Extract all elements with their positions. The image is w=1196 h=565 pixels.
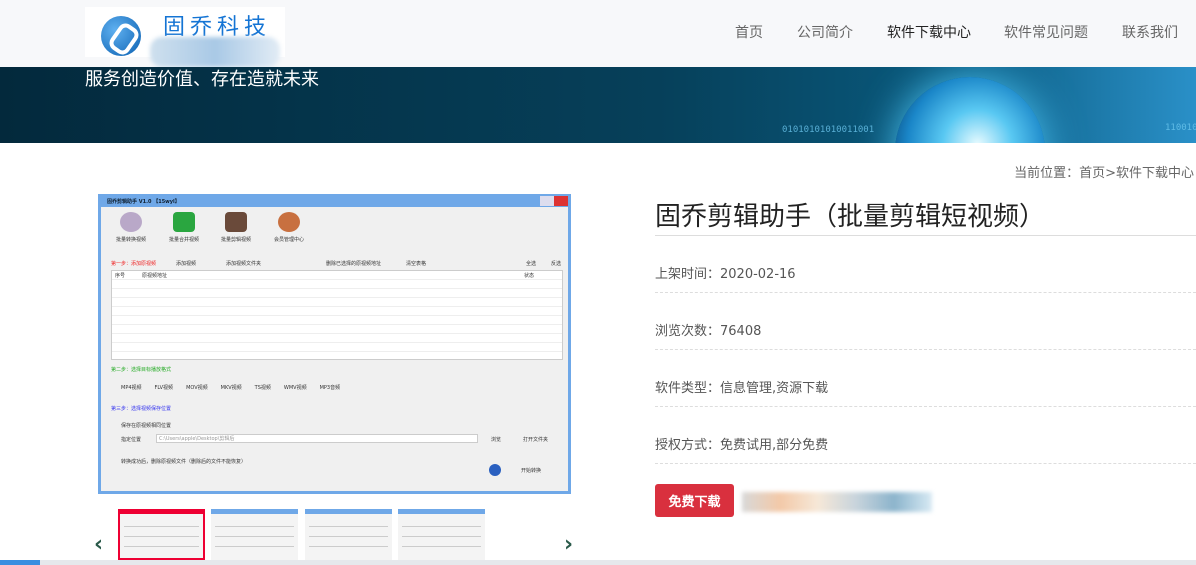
nav-about[interactable]: 公司简介 [797,22,853,42]
thumbnail-4[interactable] [398,509,485,560]
breadcrumb: 当前位置：首页>软件下载中心 [1014,166,1194,181]
delete-after: 转换成功后，删除原视频文件（删除后的文件不能恢复） [121,459,247,465]
bottom-bar [0,560,1196,565]
info-release-date: 上架时间：2020-02-16 [655,267,796,282]
free-download-button[interactable]: 免费下载 [655,484,734,517]
product-title: 固乔剪辑助手（批量剪辑短视频） [655,202,1046,232]
divider [655,349,1196,350]
clear-table: 清空表格 [406,261,427,267]
same-location: 保存在原视频相同位置 [121,423,172,429]
add-folder: 添加视频文件夹 [226,261,262,267]
thumbnail-2[interactable] [211,509,298,560]
info-type: 软件类型：信息管理,资源下载 [655,381,829,396]
thumbnail-3[interactable] [305,509,392,560]
path-field: C:\Users\apple\Desktop\剪辑后 [156,434,478,443]
chevron-left-icon[interactable]: ‹ [94,532,103,557]
format-options: MP4视频 FLV视频 MOV视频 MKV视频 TS视频 WMV视频 MP3音频 [121,385,341,391]
logo-mark-icon [101,16,141,56]
nav-contact[interactable]: 联系我们 [1122,22,1178,42]
window-title: 固乔剪辑助手 V1.0 【15wyl】 [101,196,568,207]
select-all: 全选 [526,261,537,267]
nav-faq[interactable]: 软件常见问题 [1004,22,1088,42]
custom-location: 指定位置 [121,437,142,443]
start-convert: 开始转换 [521,468,542,474]
tool-batch-merge: 批量合并视频 [159,212,209,243]
divider [655,406,1196,407]
banner: 服务创造价值、存在造就未来 01010101010011001 110010 [0,67,1196,143]
video-table: 序号 原视频地址 状态 [111,270,563,360]
start-icon [489,464,501,476]
divider [655,292,1196,293]
step1-label: 第一步：添加原视频 [111,261,157,267]
browse: 浏览 [491,437,502,443]
logo[interactable]: 固乔科技 [85,7,285,67]
info-views: 浏览次数：76408 [655,324,762,339]
app-window: 固乔剪辑助手 V1.0 【15wyl】 批量转换视频 批量合并视频 批量剪辑视频… [101,196,568,491]
divider [655,235,1196,236]
thumbnail-1[interactable] [118,509,205,560]
blurred-logo-subtitle [150,37,280,67]
chevron-right-icon[interactable]: › [564,532,573,557]
open-folder: 打开文件夹 [523,437,549,443]
binary-decoration: 01010101010011001 [782,125,875,135]
invert-select: 反选 [551,261,562,267]
divider [655,463,1196,464]
add-video: 添加视频 [176,261,197,267]
product-screenshot[interactable]: 固乔剪辑助手 V1.0 【15wyl】 批量转换视频 批量合并视频 批量剪辑视频… [98,194,571,494]
info-license: 授权方式：免费试用,部分免费 [655,438,829,453]
step2-label: 第二步：选择目标播放格式 [111,367,172,373]
tool-member-center: 会员管理中心 [264,212,314,243]
window-controls [526,196,568,206]
tool-batch-convert: 批量转换视频 [106,212,156,243]
tool-batch-edit: 批量剪辑视频 [211,212,261,243]
step3-label: 第三步：选择视频保存位置 [111,406,172,412]
nav-home[interactable]: 首页 [735,22,763,42]
blurred-region [742,492,932,512]
delete-selected: 删除已选择的原视频地址 [326,261,382,267]
slogan: 服务创造价值、存在造就未来 [85,69,319,90]
binary-decoration: 110010 [1165,123,1196,133]
globe-image [895,77,1045,143]
site-header: 固乔科技 首页 公司简介 软件下载中心 软件常见问题 联系我们 [0,0,1196,67]
nav-download-center[interactable]: 软件下载中心 [887,22,971,42]
